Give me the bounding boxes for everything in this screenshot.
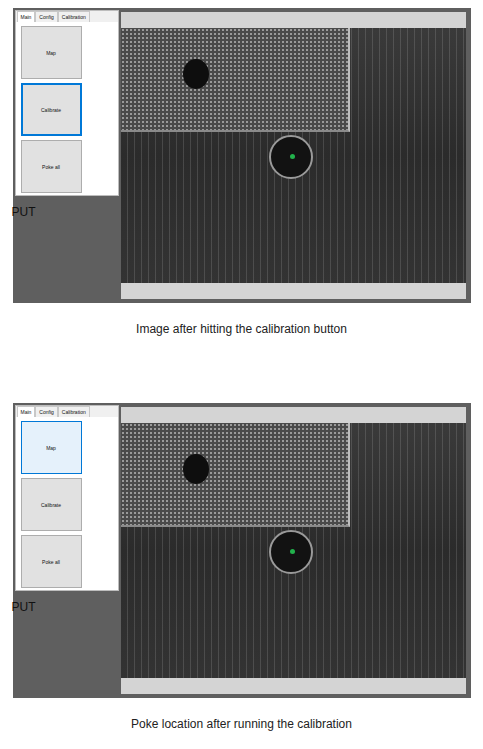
- camera-view: [121, 407, 466, 694]
- camera-bottom-bar: [121, 678, 466, 694]
- document-page: MainConfigCalibrationMapCalibratePoke al…: [0, 0, 483, 749]
- control-column: MainConfigCalibrationMapCalibratePoke al…: [15, 10, 121, 299]
- action-button[interactable]: Poke all: [21, 535, 82, 588]
- action-button[interactable]: Calibrate: [21, 478, 82, 531]
- output-label: PUT: [12, 205, 121, 219]
- tab[interactable]: Calibration: [58, 406, 90, 417]
- perforated-plate: [121, 28, 351, 132]
- button-list: MapCalibratePoke all: [16, 22, 118, 193]
- tab[interactable]: Main: [17, 406, 36, 417]
- tab[interactable]: Calibration: [58, 11, 90, 22]
- button-list: MapCalibratePoke all: [16, 417, 118, 588]
- output-label: PUT: [12, 600, 121, 614]
- figure-caption: Image after hitting the calibration butt…: [136, 321, 347, 337]
- camera-top-bar: [121, 12, 466, 28]
- hole-mark: [183, 454, 209, 484]
- app-window: MainConfigCalibrationMapCalibratePoke al…: [13, 403, 471, 698]
- camera-bottom-bar: [121, 283, 466, 299]
- control-panel: MainConfigCalibrationMapCalibratePoke al…: [15, 405, 119, 591]
- action-button[interactable]: Poke all: [21, 140, 82, 193]
- camera-image: [121, 423, 466, 678]
- camera-top-bar: [121, 407, 466, 423]
- hole-mark: [183, 59, 209, 89]
- action-button[interactable]: Calibrate: [21, 83, 82, 136]
- camera-image: [121, 28, 466, 283]
- tab-strip: MainConfigCalibration: [16, 406, 118, 417]
- tab[interactable]: Config: [35, 406, 57, 417]
- perforated-plate: [121, 423, 351, 527]
- control-panel: MainConfigCalibrationMapCalibratePoke al…: [15, 10, 119, 196]
- tab-strip: MainConfigCalibration: [16, 11, 118, 22]
- control-column: MainConfigCalibrationMapCalibratePoke al…: [15, 405, 121, 694]
- camera-view: [121, 12, 466, 299]
- tab[interactable]: Config: [35, 11, 57, 22]
- tab[interactable]: Main: [17, 11, 36, 22]
- poke-marker: [290, 549, 295, 554]
- poke-marker: [290, 154, 295, 159]
- screenshot-figure: MainConfigCalibrationMapCalibratePoke al…: [0, 403, 483, 732]
- action-button[interactable]: Map: [21, 421, 82, 474]
- app-window: MainConfigCalibrationMapCalibratePoke al…: [13, 8, 471, 303]
- screenshot-figure: MainConfigCalibrationMapCalibratePoke al…: [0, 8, 483, 337]
- action-button[interactable]: Map: [21, 26, 82, 79]
- figure-caption: Poke location after running the calibrat…: [131, 716, 352, 732]
